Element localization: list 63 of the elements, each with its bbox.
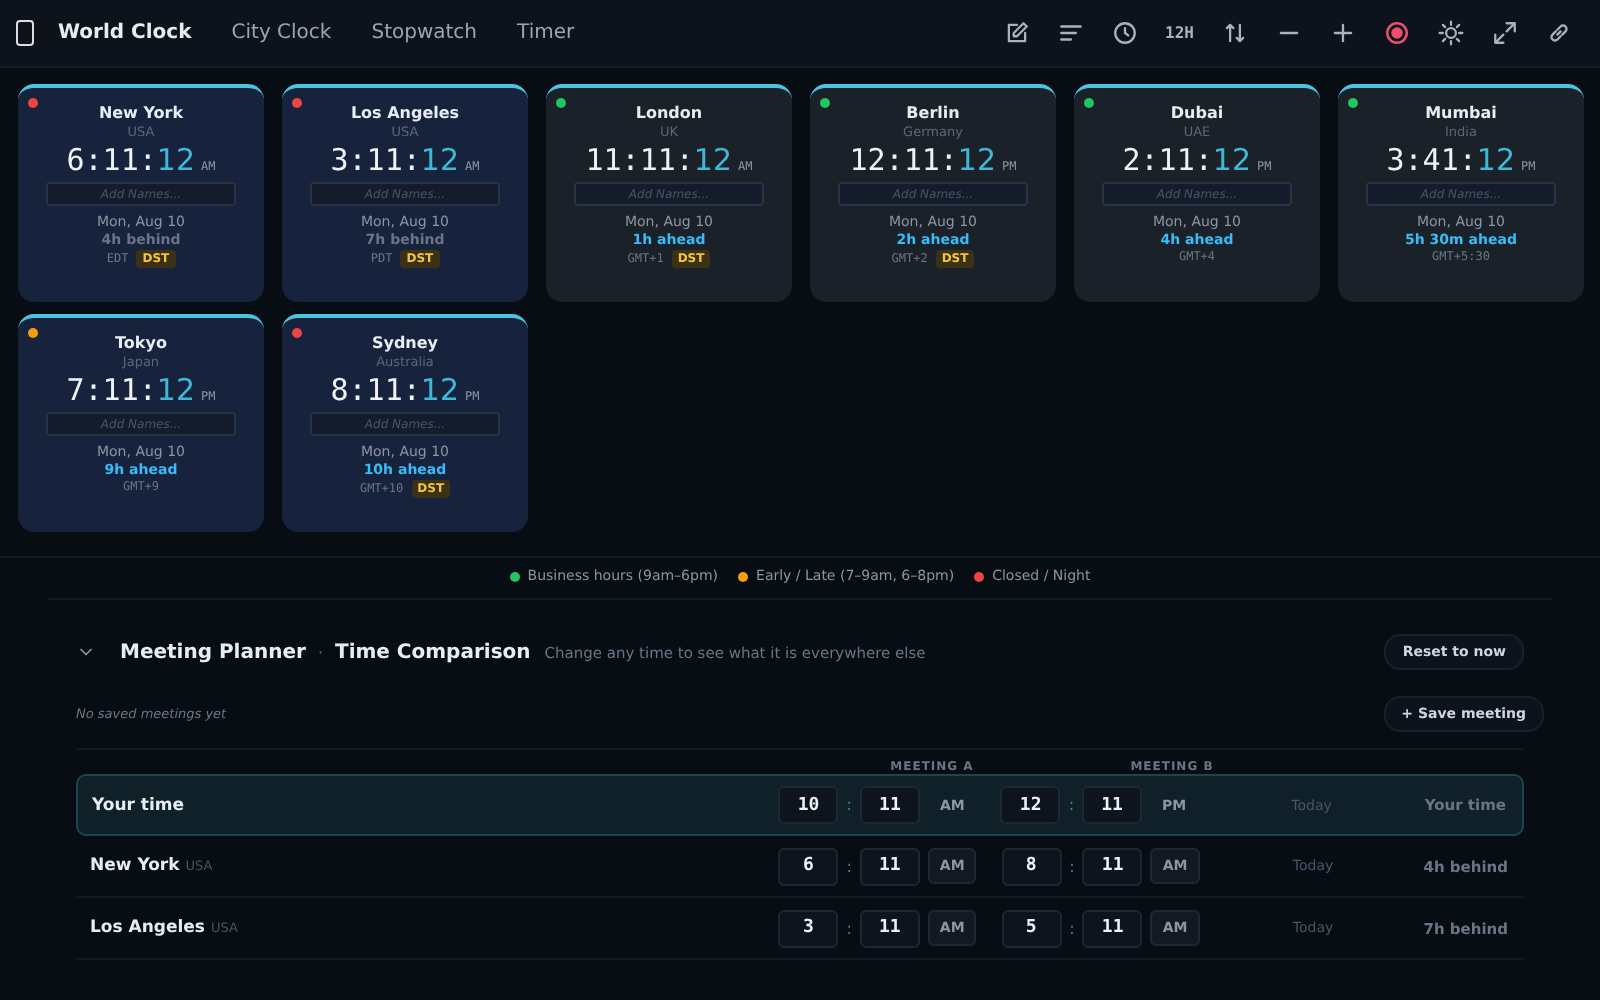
link-icon[interactable] <box>1546 20 1572 46</box>
record-icon[interactable] <box>1384 20 1410 46</box>
clock-seconds: 12 <box>1212 142 1251 178</box>
phone-icon <box>16 20 34 46</box>
clock-seconds: 12 <box>693 142 733 178</box>
clock-seconds: 12 <box>156 142 195 178</box>
colon-separator: : <box>846 919 852 937</box>
clock-seconds: 12 <box>1476 142 1515 178</box>
clock-time: 2:11: <box>1122 142 1213 178</box>
sun-icon[interactable] <box>1438 20 1464 46</box>
minute-field[interactable]: 11 <box>859 786 920 824</box>
city-name: Sydney <box>371 334 439 352</box>
section-subtitle: Time Comparison <box>335 641 531 663</box>
hour-field[interactable]: 8 <box>1001 847 1062 885</box>
hour-field[interactable]: 12 <box>1000 786 1061 824</box>
plus-icon[interactable] <box>1330 20 1356 46</box>
format-toggle[interactable]: 12H <box>1165 24 1194 42</box>
city-name: New York <box>98 104 184 122</box>
app-title: World Clock <box>58 22 192 44</box>
clock-time: 8:11: <box>330 372 421 408</box>
city-name: Mumbai <box>1425 104 1497 122</box>
clock-time: 11:11: <box>585 142 694 178</box>
colon-separator: : <box>846 796 852 814</box>
clock-time: 12:11: <box>849 142 958 178</box>
clock-seconds: 12 <box>420 372 459 408</box>
clock-time: 7:11: <box>66 372 157 408</box>
hour-field[interactable]: 10 <box>778 786 839 824</box>
colon-separator: : <box>1069 919 1075 937</box>
hour-field[interactable]: 5 <box>1001 909 1062 947</box>
clock-time: 3:41: <box>1386 142 1477 178</box>
lines-icon[interactable] <box>1057 20 1084 46</box>
hour-field[interactable]: 3 <box>778 909 839 947</box>
clock-time: 6:11: <box>66 142 157 178</box>
colon-separator: : <box>1069 857 1075 875</box>
clock-seconds: 12 <box>420 142 459 178</box>
clock-icon[interactable] <box>1111 20 1138 46</box>
sort-icon[interactable] <box>1222 20 1248 46</box>
minute-field[interactable]: 11 <box>859 847 920 885</box>
minute-field[interactable]: 11 <box>859 909 920 947</box>
city-name: Your time <box>92 795 185 815</box>
city-name: Berlin <box>906 104 960 122</box>
minute-field[interactable]: 11 <box>1082 786 1143 824</box>
clock-seconds: 12 <box>156 372 195 408</box>
nav-tab[interactable]: City Clock <box>231 22 332 44</box>
colon-separator: : <box>846 857 852 875</box>
city-name: Los Angeles <box>350 104 460 122</box>
section-title: Meeting Planner <box>120 641 306 663</box>
edit-icon[interactable] <box>1003 20 1030 46</box>
city-name: Tokyo <box>115 334 167 352</box>
separator-dot: · <box>317 643 323 661</box>
nav-tab[interactable]: Stopwatch <box>371 22 478 44</box>
clock-seconds: 12 <box>957 142 997 178</box>
nav-tab[interactable]: Timer <box>517 22 575 44</box>
minute-field[interactable]: 11 <box>1082 909 1143 947</box>
minute-field[interactable]: 11 <box>1082 847 1143 885</box>
hour-field[interactable]: 6 <box>778 847 839 885</box>
city-name: New York <box>90 856 180 876</box>
colon-separator: : <box>1068 796 1075 814</box>
clock-time: 3:11: <box>330 142 421 178</box>
city-name: London <box>635 104 703 122</box>
expand-icon[interactable] <box>1492 20 1518 46</box>
city-name: Dubai <box>1170 104 1224 122</box>
city-name: Los Angeles <box>90 918 205 938</box>
